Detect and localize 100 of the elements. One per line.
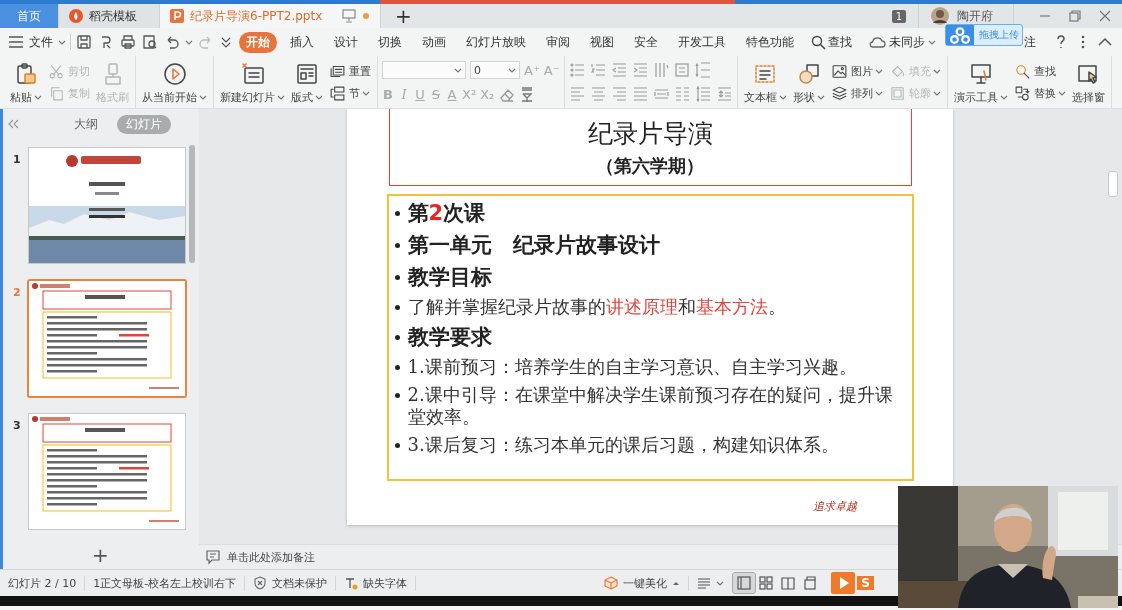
document-tab[interactable]: 稻壳模板: [59, 4, 160, 28]
ribbon-tab[interactable]: 开发工具: [671, 31, 733, 53]
slide-subtitle: （第六学期）: [596, 153, 704, 178]
print-preview-icon[interactable]: [142, 34, 158, 50]
bullet-dot: [394, 243, 400, 248]
save-icon[interactable]: [76, 34, 92, 50]
bullet-list-icon[interactable]: [568, 61, 586, 79]
clipboard-icon: [14, 62, 38, 86]
master-name[interactable]: 1正文母板-校名左上校训右下: [85, 575, 246, 591]
ribbon-tab[interactable]: 动画: [415, 31, 453, 53]
notes-field[interactable]: 单击此处添加备注: [205, 549, 315, 565]
align-text-icon[interactable]: [673, 61, 691, 79]
ribbon-button[interactable]: 形状: [790, 56, 827, 108]
caret-icon: [928, 38, 936, 46]
ribbon-button[interactable]: 新建幻灯片: [218, 56, 287, 108]
align-right-icon[interactable]: [610, 85, 628, 103]
normal-view-icon: [736, 575, 753, 591]
bullet-text: 教学要求: [407, 324, 492, 350]
caret-icon: [454, 66, 462, 74]
outline-icon: [888, 84, 906, 102]
ribbon-tab[interactable]: 特色功能: [739, 31, 801, 53]
ribbon-tab[interactable]: 插入: [283, 31, 321, 53]
cloud-icon: [868, 34, 886, 50]
new-slide-icon: [240, 62, 265, 86]
customize-icon[interactable]: [220, 35, 232, 49]
column-spacing-icon[interactable]: [694, 85, 712, 103]
ribbon-button[interactable]: 节: [329, 82, 371, 104]
ribbon-button[interactable]: 图片: [830, 60, 883, 82]
bullet-dot: [394, 443, 400, 448]
ribbon-button[interactable]: 粘贴: [8, 56, 44, 108]
bullet-text: 2.课中引导：在课堂中解决学生课前预习存在的疑问，提升课堂效率。: [407, 384, 894, 428]
ribbon-button[interactable]: 从当前开始: [140, 56, 209, 108]
sync-button[interactable]: 未同步: [868, 33, 936, 51]
layers-icon: [830, 84, 848, 102]
notification-badge[interactable]: 1: [891, 9, 906, 23]
slide-sorter-icon: [758, 575, 775, 591]
missing-fonts-button[interactable]: 缺失字体: [336, 575, 417, 591]
scrollbar-thumb[interactable]: [189, 145, 195, 263]
close-icon[interactable]: [1098, 9, 1112, 23]
protection-status[interactable]: 文档未保护: [245, 575, 337, 591]
ribbon-tab[interactable]: 幻灯片放映: [459, 31, 533, 53]
scrollbar-thumb[interactable]: [1108, 171, 1118, 197]
ribbon-button[interactable]: 查找: [1013, 60, 1066, 82]
caret-icon: [58, 38, 66, 46]
caret-icon: [185, 38, 193, 46]
text-direction-icon[interactable]: [652, 61, 670, 79]
ribbon-button[interactable]: 选择窗: [1069, 56, 1107, 108]
search-icon: [811, 34, 826, 50]
ribbon-button[interactable]: 替换: [1013, 82, 1066, 104]
ribbon-tab[interactable]: 设计: [327, 31, 365, 53]
comment-button[interactable]: 注: [1024, 33, 1036, 51]
print-icon[interactable]: [120, 34, 136, 50]
shapes-icon: [796, 62, 821, 86]
columns-icon[interactable]: [673, 85, 691, 103]
new-tab-button[interactable]: +: [381, 4, 426, 28]
decrease-indent-icon[interactable]: [610, 61, 628, 79]
ribbon-button[interactable]: 版式: [289, 56, 325, 108]
ribbon-button[interactable]: 文本框: [741, 56, 789, 108]
slide-thumbnail[interactable]: [27, 279, 187, 398]
slideshow-button[interactable]: [831, 572, 856, 594]
note-icon: [205, 549, 221, 565]
search-button[interactable]: 查找: [811, 33, 852, 51]
slide-thumbnail[interactable]: [28, 147, 186, 264]
restore-icon[interactable]: [1068, 9, 1082, 23]
slide-number: 1: [13, 153, 21, 166]
view-button[interactable]: [733, 573, 756, 593]
bullet-dot: [394, 365, 400, 370]
ribbon-tab[interactable]: 审阅: [539, 31, 577, 53]
cloud-app-icon: [946, 25, 974, 45]
search-icon: [1013, 62, 1031, 80]
align-center-icon[interactable]: [589, 85, 607, 103]
font-name-field[interactable]: [382, 61, 466, 79]
numbered-list-icon[interactable]: [589, 61, 607, 79]
collapse-panel-icon[interactable]: [7, 118, 19, 130]
increase-indent-icon[interactable]: [631, 61, 649, 79]
bullet-dot: [394, 335, 400, 340]
ribbon-tab[interactable]: 切换: [371, 31, 409, 53]
slide-number: 2: [13, 286, 21, 299]
bullet-dot: [394, 305, 400, 310]
play-icon: [162, 62, 187, 86]
bullet-dot: [394, 275, 400, 280]
font-size-field[interactable]: 0: [470, 61, 520, 79]
add-slide-button[interactable]: +: [92, 543, 109, 567]
flame-logo-icon: [69, 9, 83, 23]
projector-icon: [968, 62, 993, 86]
ribbon-button[interactable]: 演示工具: [951, 56, 1010, 108]
align-left-icon[interactable]: [568, 85, 586, 103]
ribbon-tab[interactable]: 安全: [627, 31, 665, 53]
bullet-text: 了解并掌握纪录片故事的讲述原理和基本方法。: [407, 296, 786, 318]
paragraph-spacing-icon[interactable]: [715, 85, 733, 103]
beautify-button[interactable]: 一键美化: [596, 575, 690, 591]
ribbon-button[interactable]: 排列: [830, 82, 883, 104]
file-menu[interactable]: 文件: [8, 33, 66, 51]
slide-thumbnail[interactable]: [28, 413, 186, 530]
justify-icon[interactable]: [631, 85, 649, 103]
ribbon-tab[interactable]: 视图: [583, 31, 621, 53]
line-spacing-icon[interactable]: [694, 61, 712, 79]
panel-tab[interactable]: 大纲: [65, 114, 107, 134]
bullet-text: 3.课后复习：练习本单元的课后习题，构建知识体系。: [407, 434, 839, 456]
ribbon-button[interactable]: 重置: [329, 60, 371, 82]
